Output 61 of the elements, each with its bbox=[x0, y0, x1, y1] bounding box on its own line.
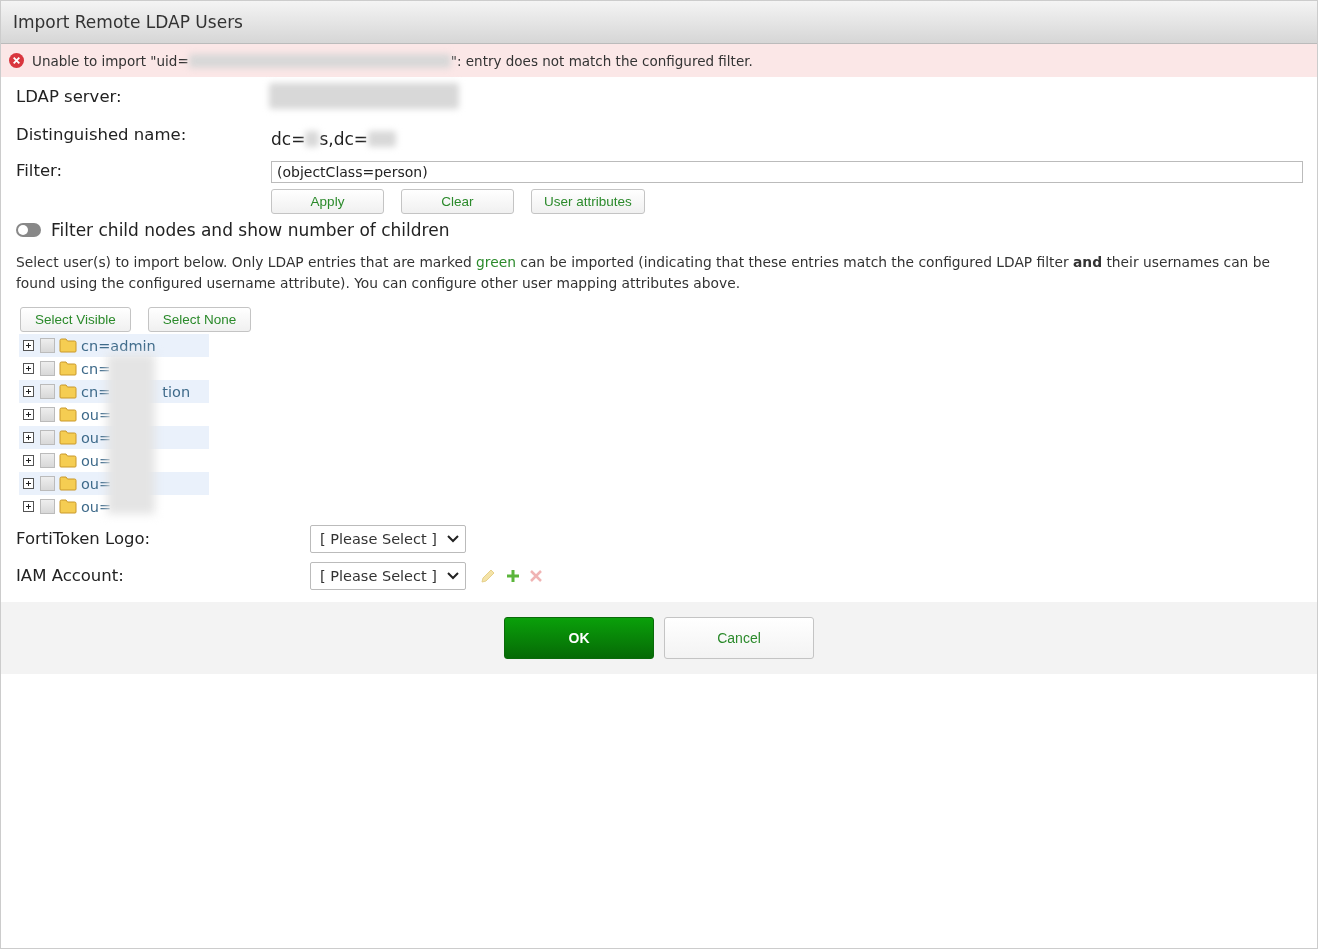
tree-item[interactable]: ou= bbox=[81, 429, 112, 446]
folder-icon bbox=[59, 361, 77, 376]
expand-icon[interactable] bbox=[22, 430, 36, 445]
folder-icon bbox=[59, 338, 77, 353]
delete-icon[interactable] bbox=[529, 569, 542, 582]
chevron-icon bbox=[446, 534, 459, 543]
dropdown[interactable]: [ Please Select ] bbox=[310, 561, 466, 590]
ok-button[interactable]: OK bbox=[504, 617, 654, 659]
expand-icon[interactable] bbox=[22, 476, 36, 491]
toggle-switch[interactable] bbox=[16, 223, 41, 237]
folder-icon bbox=[59, 407, 77, 422]
error-icon bbox=[9, 53, 24, 68]
tree-item[interactable]: ou= bbox=[81, 498, 112, 515]
field-label: FortiToken Logo: bbox=[16, 529, 152, 548]
filter-button[interactable]: Apply bbox=[271, 189, 384, 214]
expand-icon[interactable] bbox=[22, 453, 36, 468]
folder-icon bbox=[59, 384, 77, 399]
checkbox[interactable] bbox=[40, 384, 55, 399]
expand-icon[interactable] bbox=[22, 407, 36, 422]
field-label: IAM Account: bbox=[16, 566, 125, 585]
tree-item[interactable]: cn= bbox=[81, 360, 111, 377]
tree-item[interactable]: ou= bbox=[81, 406, 112, 423]
filter-field[interactable]: (objectClass=person) bbox=[271, 161, 1303, 183]
folder-icon bbox=[59, 476, 77, 491]
toggle-label: Filter child nodes and show number of children bbox=[51, 220, 450, 240]
select-button[interactable]: Select Visible bbox=[20, 307, 131, 332]
field-value: dc= bbox=[271, 129, 306, 149]
select-button[interactable]: Select None bbox=[147, 307, 252, 332]
dropdown[interactable]: [ Please Select ] bbox=[310, 524, 466, 553]
checkbox[interactable] bbox=[40, 499, 55, 514]
checkbox[interactable] bbox=[40, 338, 55, 353]
folder-icon bbox=[59, 453, 77, 468]
edit-icon[interactable] bbox=[479, 567, 496, 584]
checkbox[interactable] bbox=[40, 476, 55, 491]
expand-icon[interactable] bbox=[22, 338, 36, 353]
error-text: ": entry does not match the configured filter. bbox=[450, 52, 753, 69]
folder-icon bbox=[59, 430, 77, 445]
field-label: Distinguished name: bbox=[16, 124, 188, 144]
chevron-icon bbox=[446, 571, 459, 580]
field-label: Filter: bbox=[16, 161, 64, 180]
expand-icon[interactable] bbox=[22, 384, 36, 399]
window-title: Import Remote LDAP Users bbox=[1, 1, 1317, 44]
cancel-button[interactable]: Cancel bbox=[664, 617, 814, 659]
folder-icon bbox=[59, 499, 77, 514]
expand-icon[interactable] bbox=[22, 361, 36, 376]
tree-item[interactable]: ou= bbox=[81, 475, 112, 492]
redacted-text bbox=[368, 131, 397, 147]
add-icon[interactable] bbox=[505, 568, 520, 583]
checkbox[interactable] bbox=[40, 407, 55, 422]
checkbox[interactable] bbox=[40, 361, 55, 376]
field-label: LDAP server: bbox=[16, 86, 123, 106]
tree-item[interactable]: ou= bbox=[81, 452, 112, 469]
redacted-text bbox=[305, 131, 320, 147]
filter-button[interactable]: Clear bbox=[401, 189, 514, 214]
filter-button[interactable]: User attributes bbox=[531, 189, 645, 214]
checkbox[interactable] bbox=[40, 430, 55, 445]
instructions-text: Select user(s) to import below. Only LDAP entries that are marked green can be imported (indicating that these entries match the configured LDAP filter and their usernames can be found using the configured username attribute). You can configure other user mapping attributes above. bbox=[16, 253, 1271, 293]
field-value: s,dc= bbox=[319, 129, 369, 149]
checkbox[interactable] bbox=[40, 453, 55, 468]
error-text: Unable to import "uid= bbox=[32, 52, 189, 69]
expand-icon[interactable] bbox=[22, 499, 36, 514]
